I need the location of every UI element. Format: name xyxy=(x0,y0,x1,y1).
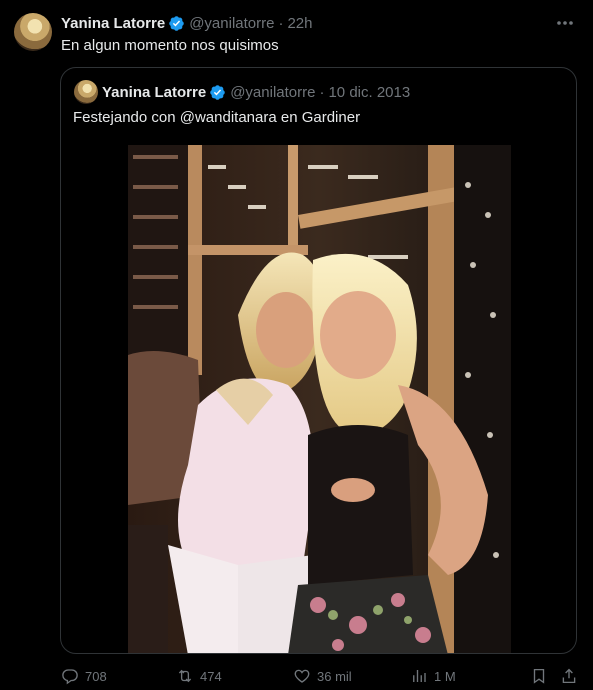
tweet-text: En algun momento nos quisimos xyxy=(61,37,279,54)
more-options-icon[interactable] xyxy=(555,14,575,32)
quoted-author-name: Yanina Latorre xyxy=(102,83,207,101)
view-count: 1 M xyxy=(434,668,456,684)
bookmark-button[interactable] xyxy=(530,667,548,685)
separator-dot: · xyxy=(278,14,284,32)
tweet: Yanina Latorre @yanilatorre · 22h En alg… xyxy=(0,0,593,690)
tweet-time[interactable]: 22h xyxy=(287,15,312,32)
photo-illustration xyxy=(128,145,511,653)
quoted-date: 10 dic. 2013 xyxy=(328,83,411,101)
views-button[interactable]: 1 M xyxy=(410,667,456,685)
share-button[interactable] xyxy=(560,667,578,685)
verified-badge-icon xyxy=(210,84,225,100)
tweet-header: Yanina Latorre @yanilatorre · 22h xyxy=(61,13,313,33)
reply-icon xyxy=(62,669,78,685)
author-handle[interactable]: @yanilatorre xyxy=(189,15,274,32)
like-button[interactable]: 36 mil xyxy=(293,667,352,685)
verified-badge-icon xyxy=(169,15,184,31)
tweet-actions: 708 474 36 mil 1 M xyxy=(0,663,593,689)
quoted-tweet-header: Yanina Latorre @yanilatorre · 10 dic. 20… xyxy=(102,82,410,102)
quoted-tweet-text: Festejando con @wanditanara en Gardiner xyxy=(73,109,361,126)
repost-icon xyxy=(178,669,192,683)
like-count: 36 mil xyxy=(317,668,352,684)
share-icon xyxy=(562,668,576,684)
tweet-photo[interactable] xyxy=(128,145,511,653)
author-avatar[interactable] xyxy=(14,13,52,51)
heart-icon xyxy=(294,669,310,683)
quoted-author-handle: @yanilatorre xyxy=(230,83,316,101)
quoted-tweet[interactable]: Yanina Latorre @yanilatorre · 10 dic. 20… xyxy=(60,67,577,654)
author-name[interactable]: Yanina Latorre xyxy=(61,15,165,32)
repost-count: 474 xyxy=(200,668,222,684)
reply-count: 708 xyxy=(85,668,107,684)
bookmark-icon xyxy=(533,668,545,684)
quoted-author-avatar xyxy=(74,80,98,104)
separator-dot: · xyxy=(319,83,325,101)
repost-button[interactable]: 474 xyxy=(176,667,222,685)
views-chart-icon xyxy=(413,670,426,682)
reply-button[interactable]: 708 xyxy=(61,667,107,685)
